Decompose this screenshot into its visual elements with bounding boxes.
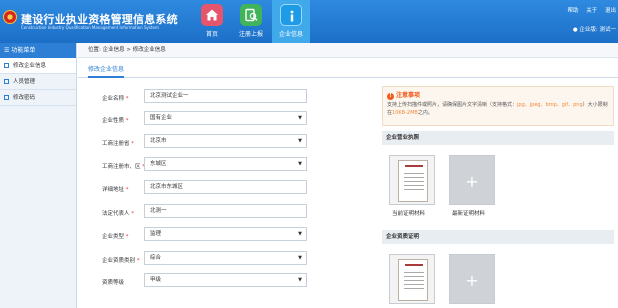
qualification-upload-button[interactable]: + xyxy=(449,254,495,304)
dropdown-arrow-icon: ▼ xyxy=(298,277,302,283)
user-name: 企业版: 测试一 xyxy=(579,27,616,33)
plus-icon: + xyxy=(465,172,479,191)
company-type-select[interactable]: 监理 ▼ xyxy=(144,227,307,241)
qualification-category-select[interactable]: 综合 ▼ xyxy=(144,251,307,265)
system-subtitle: Construction Industry Qualification Mana… xyxy=(21,25,159,30)
menu-icon: ☰ xyxy=(4,47,10,54)
field-label: 法定代表人 * xyxy=(102,211,135,217)
sidebar: ☰ 功能菜单 修改企业信息 人员管理 修改密码 xyxy=(0,43,77,308)
field-label: 企业类型 * xyxy=(102,234,129,240)
certificate-image xyxy=(398,259,428,301)
dropdown-arrow-icon: ▼ xyxy=(298,161,302,167)
sidebar-item-password[interactable]: 修改密码 xyxy=(0,90,76,106)
top-links: 帮助 关于 退出 xyxy=(561,6,616,14)
qualification-current-thumbnail[interactable] xyxy=(389,254,435,304)
field-label: 企业性质 * xyxy=(102,118,129,124)
user-info[interactable]: ● 企业版: 测试一 xyxy=(573,25,616,33)
license-current-thumbnail[interactable] xyxy=(389,155,435,205)
field-label: 详细地址 * xyxy=(102,187,129,193)
home-icon xyxy=(201,4,223,26)
edit-icon xyxy=(4,63,9,68)
district-select[interactable]: 东城区 ▼ xyxy=(144,157,307,171)
form-row-qualification-level: 资质等级 甲级 ▼ xyxy=(78,270,378,292)
nav-register-label: 注册上报 xyxy=(238,31,263,38)
nav-company-info-label: 企业信息 xyxy=(278,31,303,38)
license-upload-button[interactable]: + xyxy=(449,155,495,205)
company-name-input[interactable]: 北京测试企业一 xyxy=(144,89,307,103)
info-icon xyxy=(280,4,302,26)
sidebar-item-label: 人员管理 xyxy=(13,79,36,85)
form-row-province: 工商注册省 * 北京市 ▼ xyxy=(78,131,378,153)
tab-bar: 修改企业信息 xyxy=(78,62,618,78)
notice-box: ! 注意事项 支持上传扫描件或照片，请确保图片文字清晰（支持格式：jpg、jpeg… xyxy=(382,86,614,126)
license-section-heading: 企业营业执照 xyxy=(382,131,614,145)
plus-icon: + xyxy=(465,271,479,290)
app-header: 建设行业执业资格管理信息系统 Construction Industry Qua… xyxy=(0,0,618,43)
tab-edit-company-info[interactable]: 修改企业信息 xyxy=(88,64,125,78)
form-row-address: 详细地址 * 北京市东城区 xyxy=(78,177,378,199)
notice-text: 支持上传扫描件或照片，请确保图片文字清晰（支持格式：jpg、jpeg、bmp、g… xyxy=(387,102,608,116)
qualification-level-select[interactable]: 甲级 ▼ xyxy=(144,273,307,287)
nav-company-info[interactable]: 企业信息 xyxy=(272,0,310,43)
form-row-company-type: 企业类型 * 监理 ▼ xyxy=(78,224,378,246)
dropdown-arrow-icon: ▼ xyxy=(298,255,302,261)
national-emblem-icon xyxy=(3,10,17,24)
logout-link[interactable]: 退出 xyxy=(605,8,616,14)
dropdown-arrow-icon: ▼ xyxy=(298,138,302,144)
form-row-company-name: 企业名称 * 北京测试企业一 xyxy=(78,86,378,108)
breadcrumb-path: 企业信息 > 修改企业信息 xyxy=(102,47,166,53)
sidebar-item-personnel[interactable]: 人员管理 xyxy=(0,74,76,90)
form-row-company-nature: 企业性质 * 国有企业 ▼ xyxy=(78,108,378,130)
form-row-qualification-category: 企业资质类别 * 综合 ▼ xyxy=(78,248,378,270)
nav-home[interactable]: 首页 xyxy=(193,0,231,43)
field-label: 资质等级 xyxy=(102,280,125,286)
register-icon xyxy=(240,4,262,26)
nav-home-label: 首页 xyxy=(205,31,218,38)
people-icon xyxy=(4,79,9,84)
breadcrumb: 位置: 企业信息 > 修改企业信息 xyxy=(78,43,618,58)
province-select[interactable]: 北京市 ▼ xyxy=(144,134,307,148)
field-label: 工商注册省 * xyxy=(102,141,135,147)
license-current-caption: 当前证明材料 xyxy=(392,211,426,217)
sidebar-item-label: 修改密码 xyxy=(13,95,36,101)
key-icon xyxy=(4,95,9,100)
form-row-district: 工商注册市、区 * 东城区▼ xyxy=(78,154,378,176)
sidebar-item-edit-company[interactable]: 修改企业信息 xyxy=(0,58,76,74)
about-link[interactable]: 关于 xyxy=(586,8,597,14)
sidebar-heading-label: 功能菜单 xyxy=(11,47,36,54)
address-input[interactable]: 北京市东城区 xyxy=(144,180,307,194)
form-row-legal-rep: 法定代表人 * 北测一 xyxy=(78,201,378,223)
field-label: 企业资质类别 * xyxy=(102,258,140,264)
user-icon: ● xyxy=(572,27,578,33)
dropdown-arrow-icon: ▼ xyxy=(298,231,302,237)
nav-register[interactable]: 注册上报 xyxy=(232,0,270,43)
company-nature-select[interactable]: 国有企业 ▼ xyxy=(144,111,307,125)
field-label: 工商注册市、区 * xyxy=(102,164,145,170)
notice-title: ! 注意事项 xyxy=(387,90,420,100)
dropdown-arrow-icon: ▼ xyxy=(298,115,302,121)
license-new-caption: 最新证明材料 xyxy=(452,211,486,217)
warning-icon: ! xyxy=(387,93,394,100)
sidebar-heading: ☰ 功能菜单 xyxy=(0,43,76,58)
certificate-image xyxy=(398,160,428,202)
qualification-section-heading: 企业资质证明 xyxy=(382,230,614,244)
field-label: 企业名称 * xyxy=(102,96,129,102)
legal-representative-input[interactable]: 北测一 xyxy=(144,204,307,218)
breadcrumb-label: 位置: xyxy=(88,47,101,53)
help-link[interactable]: 帮助 xyxy=(567,8,578,14)
sidebar-item-label: 修改企业信息 xyxy=(13,63,47,69)
